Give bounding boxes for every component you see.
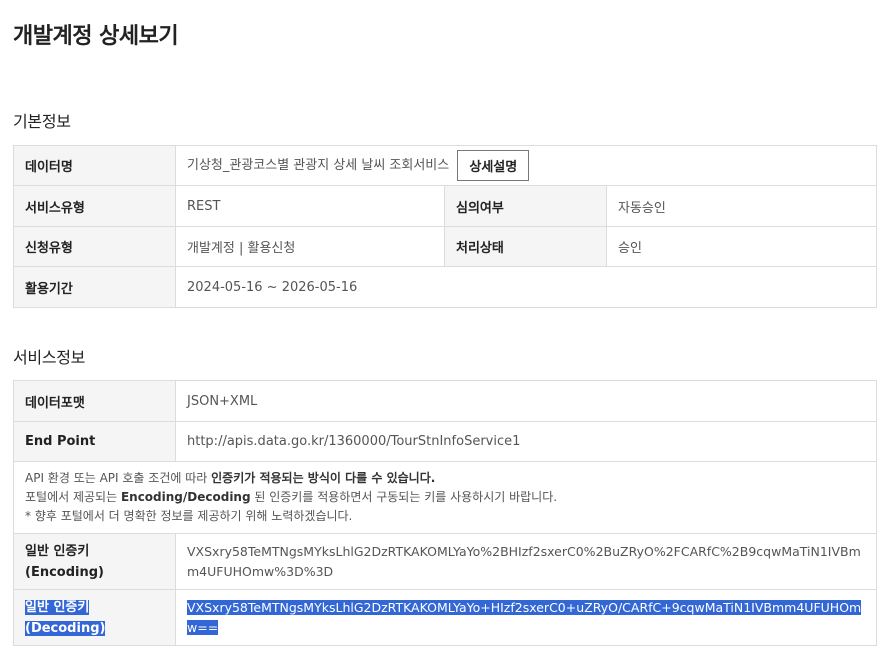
apply-type-label: 신청유형 bbox=[13, 226, 176, 267]
decoding-key-cell[interactable]: VXSxry58TeMTNgsMYksLhlG2DzRTKAKOMLYaYo+H… bbox=[175, 589, 877, 646]
encoding-key-value[interactable]: VXSxry58TeMTNgsMYksLhlG2DzRTKAKOMLYaYo%2… bbox=[175, 533, 877, 590]
encoding-key-label: 일반 인증키 (Encoding) bbox=[13, 533, 176, 590]
notice-line-1: API 환경 또는 API 호출 조건에 따라 인증키가 적용되는 방식이 다를… bbox=[25, 469, 865, 488]
decoding-key-label: 일반 인증키 (Decoding) bbox=[13, 589, 176, 646]
notice-line-2-text: 포털에서 제공되는 bbox=[25, 490, 121, 504]
endpoint-value: http://apis.data.go.kr/1360000/TourStnIn… bbox=[175, 421, 877, 462]
basic-info-table: 데이터명 기상청_관광코스별 관광지 상세 날씨 조회서비스 상세설명 서비스유… bbox=[13, 145, 878, 308]
period-label: 활용기간 bbox=[13, 266, 176, 308]
format-value: JSON+XML bbox=[175, 380, 877, 422]
decoding-key-value[interactable]: VXSxry58TeMTNgsMYksLhlG2DzRTKAKOMLYaYo+H… bbox=[187, 599, 862, 635]
row-apply-type: 신청유형 개발계정 | 활용신청 처리상태 승인 bbox=[13, 226, 878, 267]
service-info-title: 서비스정보 bbox=[13, 348, 86, 367]
review-value: 자동승인 bbox=[605, 185, 878, 227]
notice-line-1-text: API 환경 또는 API 호출 조건에 따라 bbox=[25, 471, 212, 485]
service-type-label: 서비스유형 bbox=[13, 185, 176, 227]
encoding-key-label-line1: 일반 인증키 bbox=[25, 543, 90, 559]
row-format: 데이터포맷 JSON+XML bbox=[13, 380, 877, 422]
endpoint-label: End Point bbox=[13, 421, 176, 462]
period-value: 2024-05-16 ~ 2026-05-16 bbox=[174, 266, 878, 308]
notice-cell: API 환경 또는 API 호출 조건에 따라 인증키가 적용되는 방식이 다를… bbox=[13, 461, 877, 534]
notice-line-2-text-end: 된 인증키를 적용하면서 구동되는 키를 사용하시기 바랍니다. bbox=[250, 490, 558, 504]
data-name-value: 기상청_관광코스별 관광지 상세 날씨 조회서비스 bbox=[187, 158, 450, 173]
notice-line-2-emphasis: Encoding/Decoding bbox=[120, 490, 251, 504]
encoding-key-label-line2: (Encoding) bbox=[25, 564, 104, 580]
status-label: 처리상태 bbox=[444, 226, 607, 267]
page-title: 개발계정 상세보기 bbox=[13, 24, 179, 49]
row-decoding-key: 일반 인증키 (Decoding) VXSxry58TeMTNgsMYksLhl… bbox=[13, 589, 877, 646]
row-encoding-key: 일반 인증키 (Encoding) VXSxry58TeMTNgsMYksLhl… bbox=[13, 533, 877, 590]
service-info-table: 데이터포맷 JSON+XML End Point http://apis.dat… bbox=[13, 380, 877, 646]
row-data-name: 데이터명 기상청_관광코스별 관광지 상세 날씨 조회서비스 상세설명 bbox=[13, 145, 878, 186]
basic-info-title: 기본정보 bbox=[13, 112, 71, 131]
status-value: 승인 bbox=[605, 226, 878, 267]
apply-type-value: 개발계정 | 활용신청 bbox=[175, 226, 445, 267]
data-name-cell: 기상청_관광코스별 관광지 상세 날씨 조회서비스 상세설명 bbox=[174, 145, 878, 186]
row-endpoint: End Point http://apis.data.go.kr/1360000… bbox=[13, 421, 877, 462]
notice-line-3: * 향후 포털에서 더 명확한 정보를 제공하기 위해 노력하겠습니다. bbox=[25, 509, 353, 523]
notice-line-1-emphasis: 인증키가 적용되는 방식이 다를 수 있습니다. bbox=[211, 471, 436, 485]
data-name-label: 데이터명 bbox=[13, 145, 176, 186]
notice-line-2: 포털에서 제공되는 Encoding/Decoding 된 인증키를 적용하면서… bbox=[25, 488, 865, 507]
decoding-key-label-line2: (Decoding) bbox=[25, 620, 106, 636]
row-period: 활용기간 2024-05-16 ~ 2026-05-16 bbox=[13, 266, 878, 308]
format-label: 데이터포맷 bbox=[13, 380, 176, 422]
review-label: 심의여부 bbox=[444, 185, 607, 227]
detail-description-button[interactable]: 상세설명 bbox=[457, 150, 530, 181]
service-type-value: REST bbox=[175, 185, 445, 227]
decoding-key-label-line1: 일반 인증키 bbox=[25, 599, 90, 615]
row-notice: API 환경 또는 API 호출 조건에 따라 인증키가 적용되는 방식이 다를… bbox=[13, 461, 877, 534]
row-service-type: 서비스유형 REST 심의여부 자동승인 bbox=[13, 185, 878, 227]
